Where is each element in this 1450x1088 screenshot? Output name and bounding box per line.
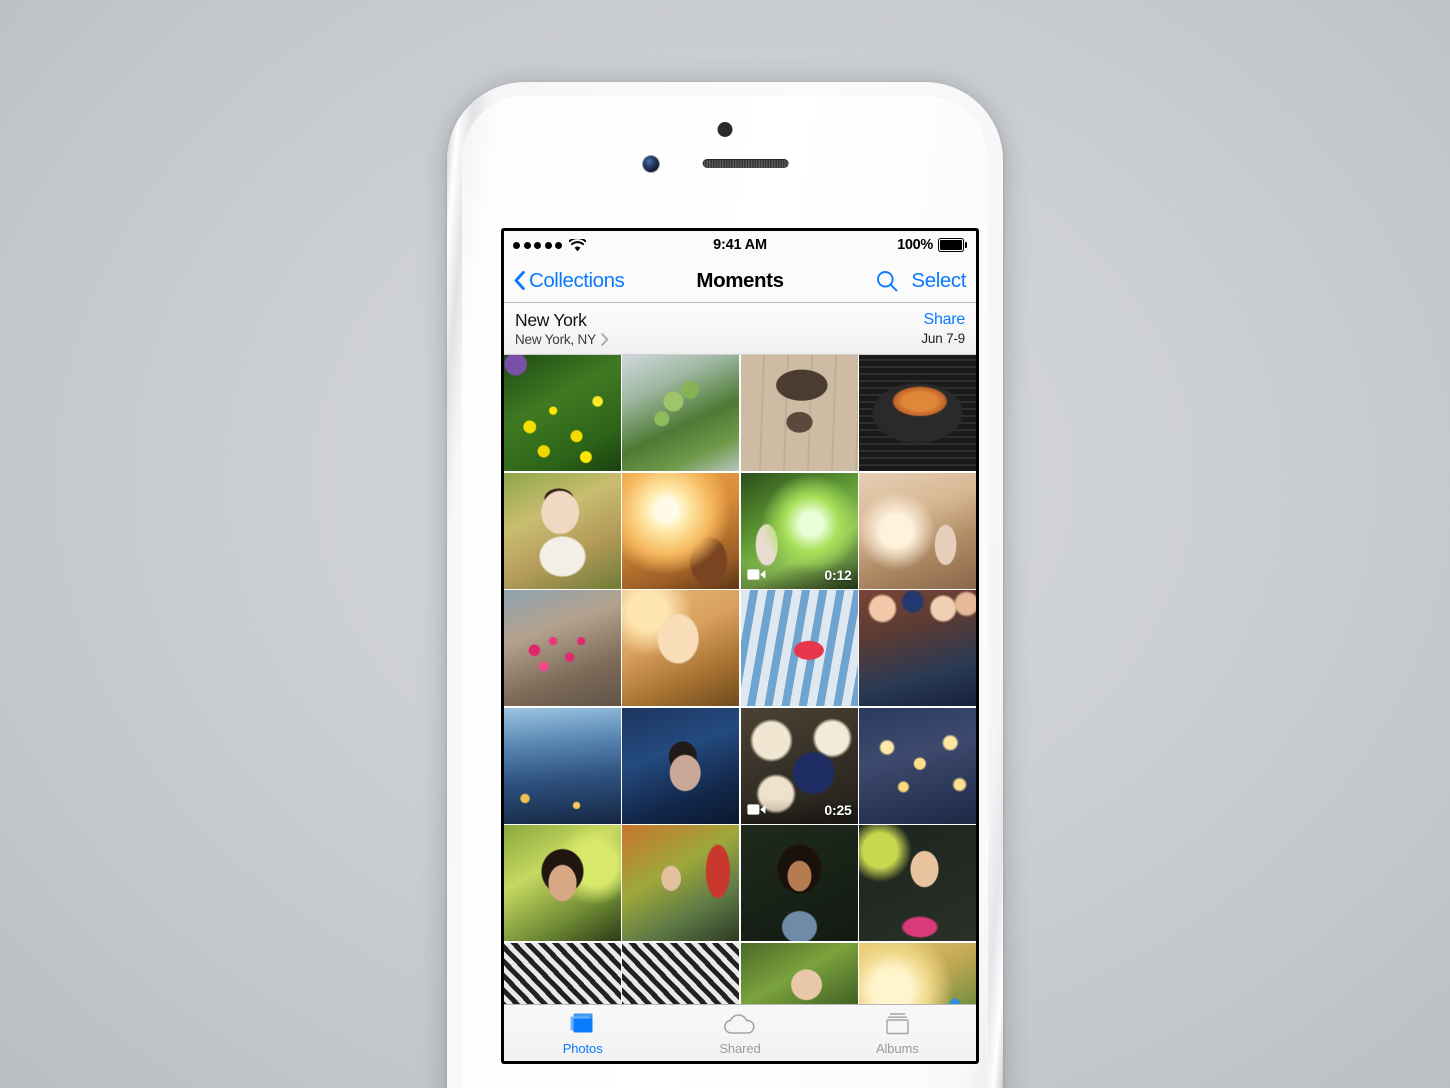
tab-albums-label: Albums — [875, 1041, 919, 1056]
photo-thumbnail[interactable] — [859, 942, 976, 1004]
photo-image — [622, 825, 740, 941]
photo-image — [859, 942, 976, 1004]
tab-albums[interactable]: Albums — [819, 1005, 976, 1061]
photos-stack-icon — [569, 1010, 596, 1037]
photo-thumbnail[interactable] — [622, 472, 740, 589]
photo-image — [859, 707, 976, 824]
photo-thumbnail[interactable] — [622, 590, 740, 706]
photo-thumbnail[interactable] — [740, 942, 858, 1004]
photo-image — [504, 472, 621, 589]
navigation-bar: Collections Moments Select — [504, 259, 976, 303]
photo-image — [740, 825, 858, 941]
status-bar-right: 100% — [897, 237, 967, 253]
photo-image — [740, 472, 858, 589]
photo-image — [504, 355, 621, 471]
tab-shared-label: Shared — [719, 1041, 761, 1056]
photo-thumbnail[interactable] — [740, 355, 858, 471]
device-front-face: 9:41 AM 100% Collections Moments Select … — [462, 96, 988, 1088]
photo-thumbnail[interactable] — [504, 590, 621, 706]
back-button-label: Collections — [529, 268, 625, 292]
tab-photos[interactable]: Photos — [504, 1005, 661, 1061]
tab-shared[interactable]: Shared — [661, 1005, 818, 1061]
photo-image — [622, 472, 740, 589]
photo-image — [740, 942, 858, 1004]
iphone-device: 9:41 AM 100% Collections Moments Select … — [447, 82, 1003, 1088]
battery-full-icon — [938, 238, 967, 252]
chevron-left-icon — [514, 271, 525, 290]
photo-image — [622, 707, 740, 824]
moment-date: Jun 7-9 — [921, 331, 965, 346]
photo-thumbnail[interactable] — [859, 590, 976, 706]
photo-thumbnail[interactable] — [504, 825, 621, 941]
photo-image — [859, 472, 976, 589]
photo-thumbnail[interactable] — [859, 355, 976, 471]
status-bar: 9:41 AM 100% — [504, 231, 976, 259]
moment-location-link[interactable]: New York, NY — [515, 332, 609, 347]
moment-title: New York — [515, 310, 587, 330]
cloud-icon — [723, 1010, 756, 1037]
chevron-right-icon — [601, 333, 609, 346]
photo-image — [740, 590, 858, 706]
photo-image — [740, 707, 858, 824]
moment-header-left: New York New York, NY — [515, 310, 609, 347]
albums-icon — [884, 1010, 911, 1037]
photo-image — [504, 825, 621, 941]
photo-thumbnail[interactable] — [622, 707, 740, 824]
battery-percent-label: 100% — [897, 237, 933, 253]
photo-image — [504, 942, 621, 1004]
select-button[interactable]: Select — [911, 269, 966, 293]
phone-screen: 9:41 AM 100% Collections Moments Select … — [504, 231, 976, 1061]
photo-image — [622, 590, 740, 706]
front-camera-icon — [643, 156, 659, 172]
photo-thumbnail[interactable] — [622, 825, 740, 941]
photo-thumbnail[interactable] — [622, 355, 740, 471]
photo-thumbnail[interactable] — [504, 472, 621, 589]
photo-thumbnail[interactable]: 0:12 — [740, 472, 858, 589]
share-button[interactable]: Share — [924, 311, 966, 329]
photo-image — [504, 590, 621, 706]
search-icon[interactable] — [876, 270, 898, 292]
photo-image — [740, 355, 858, 471]
proximity-sensor-icon — [717, 122, 733, 137]
photo-image — [504, 707, 621, 824]
photo-thumbnail[interactable] — [859, 825, 976, 941]
moment-subtitle: New York, NY — [515, 332, 596, 347]
screen-bezel: 9:41 AM 100% Collections Moments Select … — [501, 228, 979, 1064]
photo-thumbnail[interactable] — [859, 707, 976, 824]
photo-thumbnail[interactable] — [622, 942, 740, 1004]
earpiece-speaker-icon — [702, 159, 789, 168]
moment-header: New York New York, NY Share Jun 7-9 — [504, 303, 976, 355]
photo-image — [859, 590, 976, 706]
photo-thumbnail[interactable] — [859, 472, 976, 589]
photo-thumbnail[interactable] — [740, 590, 858, 706]
back-button[interactable]: Collections — [514, 268, 625, 293]
photo-image — [859, 355, 976, 471]
photo-image — [859, 825, 976, 941]
moment-header-right: Share Jun 7-9 — [921, 311, 965, 346]
photo-image — [622, 355, 740, 471]
navigation-bar-right: Select — [876, 269, 966, 293]
photo-thumbnail[interactable] — [504, 355, 621, 471]
photo-thumbnail[interactable]: 0:25 — [740, 707, 858, 824]
photo-image — [622, 942, 740, 1004]
tab-bar: Photos Shared Albums — [504, 1004, 976, 1061]
photo-grid[interactable]: 0:12 0:25 — [504, 355, 976, 1004]
tab-photos-label: Photos — [562, 1041, 603, 1056]
photo-thumbnail[interactable] — [740, 825, 858, 941]
photo-thumbnail[interactable] — [504, 942, 621, 1004]
photo-thumbnail[interactable] — [504, 707, 621, 824]
